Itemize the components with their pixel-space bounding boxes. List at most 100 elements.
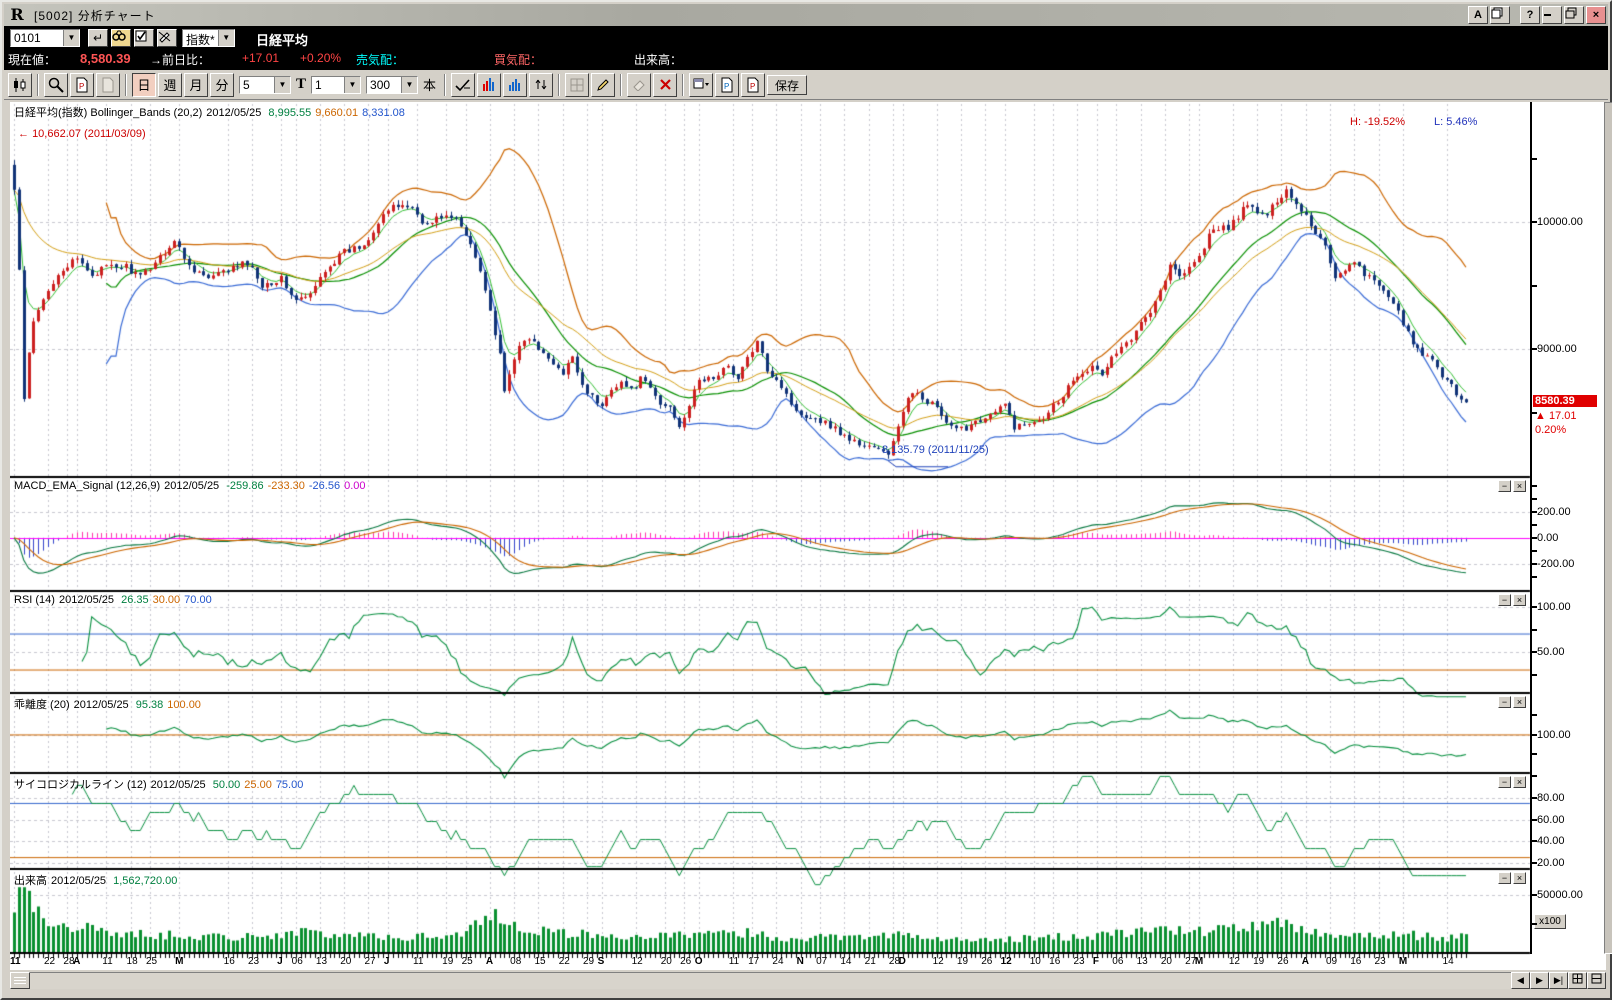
svg-text:P: P: [79, 82, 84, 91]
axis-tick: [1532, 524, 1537, 526]
axis-tick: [1532, 498, 1537, 500]
chart-canvas[interactable]: [10, 102, 1532, 962]
x-axis-label: 25: [462, 956, 473, 967]
bars-count-select[interactable]: 300▼: [366, 76, 418, 94]
panel-close-button[interactable]: ×: [1513, 696, 1526, 708]
chevron-down-icon[interactable]: ▼: [63, 30, 79, 46]
return-icon[interactable]: ↵: [88, 29, 108, 47]
layout-grid-b-button[interactable]: [1587, 972, 1606, 989]
x-axis-label: 27: [364, 956, 375, 967]
candlestick-chart-icon[interactable]: [8, 73, 32, 97]
page-a-icon[interactable]: P: [715, 73, 739, 97]
macd-axis-label: 0.00: [1537, 532, 1603, 544]
panel-close-button[interactable]: ×: [1513, 872, 1526, 884]
x-axis-label: 12: [933, 956, 944, 967]
price-axis-label: 10000.00: [1537, 216, 1603, 228]
restore-button[interactable]: [1564, 6, 1584, 24]
svg-text:P: P: [750, 82, 755, 91]
bars-red-blue-icon[interactable]: [477, 73, 501, 97]
x-axis-label: 06: [292, 956, 303, 967]
instrument-type-select[interactable]: 指数*▼: [182, 29, 235, 47]
edit-check-icon[interactable]: [134, 29, 154, 47]
window-menu-icon[interactable]: [689, 73, 713, 97]
scroll-end-button[interactable]: ▶|: [1549, 972, 1568, 989]
erase-draw-icon[interactable]: [157, 29, 177, 47]
x-axis-label: 23: [1375, 956, 1386, 967]
draw-check-icon[interactable]: [451, 73, 475, 97]
new-page-icon[interactable]: P: [70, 73, 94, 97]
period-minute-button[interactable]: 分: [210, 73, 234, 97]
save-button[interactable]: 保存: [767, 75, 807, 95]
pencil-icon[interactable]: [591, 73, 615, 97]
horizontal-scrollbar[interactable]: ◀ ▶ ▶|: [10, 972, 1606, 989]
scroll-grip[interactable]: [10, 972, 30, 989]
minimize-button[interactable]: [1542, 6, 1562, 24]
font-button[interactable]: A: [1468, 6, 1488, 24]
copy-page-icon[interactable]: [96, 73, 120, 97]
prev-compare-label: →前日比：: [150, 51, 210, 68]
period-week-button[interactable]: 週: [158, 73, 182, 97]
scroll-track[interactable]: [30, 972, 1511, 989]
chevron-down-icon[interactable]: ▼: [344, 77, 360, 93]
x-axis-label: F: [1093, 956, 1099, 967]
price-panel-header: 日経平均(指数) Bollinger_Bands (20,2)2012/05/2…: [14, 104, 409, 120]
bid-label: 買気配：: [494, 51, 542, 68]
axis-tick: [1532, 412, 1537, 414]
interval-select[interactable]: 5▼: [239, 76, 291, 94]
price-marker-change: ▲ 17.01: [1535, 410, 1576, 422]
low-annotation: 8,135.79 (2011/11/25): [882, 444, 989, 456]
x-axis-label: 06: [1112, 956, 1123, 967]
copy-window-button[interactable]: [1490, 6, 1510, 24]
panel-close-button[interactable]: ×: [1513, 594, 1526, 606]
x-axis-label: 08: [510, 956, 521, 967]
panel-minimize-button[interactable]: −: [1498, 594, 1511, 606]
x-axis-label: 14: [1443, 956, 1454, 967]
axis-tick: [1532, 285, 1537, 287]
axis-tick: [1532, 629, 1537, 631]
panel-close-button[interactable]: ×: [1513, 776, 1526, 788]
chevron-down-icon[interactable]: ▼: [274, 77, 290, 93]
vol-axis-label: 50000.00: [1537, 889, 1603, 901]
axis-tick: [1532, 674, 1537, 676]
layout-grid-a-button[interactable]: [1568, 972, 1587, 989]
period-month-button[interactable]: 月: [184, 73, 208, 97]
help-button[interactable]: ?: [1520, 6, 1540, 24]
axis-tick: [1532, 775, 1537, 777]
grid-icon[interactable]: [565, 73, 589, 97]
x-axis-label: 26: [981, 956, 992, 967]
panel-close-button[interactable]: ×: [1513, 480, 1526, 492]
sort-arrows-icon[interactable]: [529, 73, 553, 97]
x-axis-label: M: [1399, 956, 1407, 967]
price-marker-pct: 0.20%: [1535, 424, 1566, 436]
psychological-panel-header: サイコロジカルライン (12)2012/05/25 50.0025.0075.0…: [14, 776, 307, 792]
panel-minimize-button[interactable]: −: [1498, 480, 1511, 492]
page-b-icon[interactable]: P: [741, 73, 765, 97]
zoom-chart-icon[interactable]: [44, 73, 68, 97]
panel-minimize-button[interactable]: −: [1498, 696, 1511, 708]
x-axis-label: S: [598, 956, 605, 967]
macd-axis-label: -200.00: [1537, 558, 1603, 570]
x-axis-label: 15: [534, 956, 545, 967]
symbol-code-input[interactable]: 0101▼: [10, 29, 80, 47]
high-percent-label: H: -19.52%: [1350, 116, 1405, 128]
period-day-button[interactable]: 日: [132, 73, 156, 97]
change-value: +17.01: [242, 51, 279, 65]
binoculars-icon[interactable]: [111, 29, 131, 47]
x-axis-label: 20: [661, 956, 672, 967]
symbol-bar: 0101▼ ↵ 指数*▼ 日経平均: [4, 26, 1608, 48]
chevron-down-icon[interactable]: ▼: [218, 30, 234, 46]
delete-x-icon[interactable]: [653, 73, 677, 97]
chevron-down-icon[interactable]: ▼: [401, 77, 417, 93]
vertical-scrollbar[interactable]: [1604, 102, 1612, 954]
x-axis-label: 21: [865, 956, 876, 967]
bars-blue-icon[interactable]: [503, 73, 527, 97]
scroll-right-button[interactable]: ▶: [1530, 972, 1549, 989]
eraser-icon[interactable]: [627, 73, 651, 97]
panel-minimize-button[interactable]: −: [1498, 872, 1511, 884]
scroll-left-button[interactable]: ◀: [1511, 972, 1530, 989]
close-button[interactable]: ×: [1586, 6, 1606, 24]
x-axis-label: 12: [1229, 956, 1240, 967]
panel-minimize-button[interactable]: −: [1498, 776, 1511, 788]
tick-select[interactable]: 1▼: [311, 76, 361, 94]
t-label: T: [293, 76, 309, 93]
